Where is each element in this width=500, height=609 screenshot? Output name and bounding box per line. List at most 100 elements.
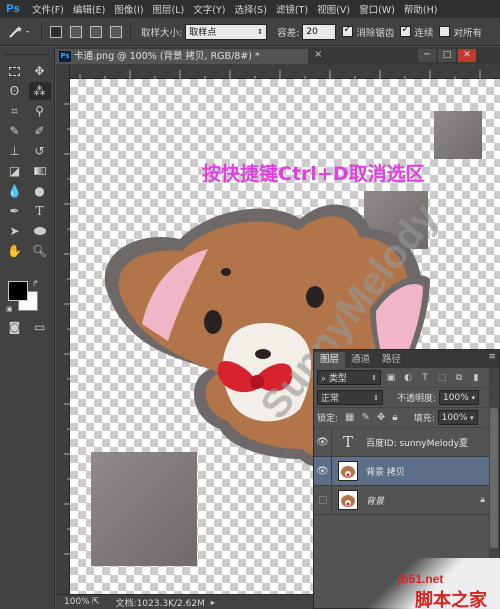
tab-paths[interactable]: 路径 (376, 352, 407, 368)
maximize-icon[interactable]: □ (438, 49, 456, 62)
subtract-from-selection-icon[interactable] (90, 25, 102, 38)
status-bar: 100% ⇱ 文档:1023.3K/2.62M ▸ (56, 594, 314, 609)
menu-edit[interactable]: 编辑(E) (73, 2, 105, 16)
blur-tool-icon[interactable]: 💧 (4, 182, 26, 200)
panel-tabs: 图层 通道 路径 ≡ (314, 350, 499, 368)
menu-help[interactable]: 帮助(H) (404, 2, 438, 16)
crop-tool-icon[interactable]: ⌗ (4, 102, 26, 120)
menu-image[interactable]: 图像(I) (114, 2, 143, 16)
foreground-color-swatch[interactable] (8, 281, 28, 301)
tolerance-input[interactable]: 20 (302, 23, 337, 40)
shape-tool-icon[interactable] (29, 222, 51, 240)
visibility-eye-icon[interactable]: 👁︎ (314, 456, 332, 486)
marquee-tool-icon[interactable] (4, 62, 26, 80)
zoom-level[interactable]: 100% (64, 597, 92, 607)
lock-transparent-icon[interactable]: ▦ (345, 412, 354, 423)
menu-view[interactable]: 视图(V) (317, 2, 350, 16)
export-icon[interactable]: ⇱ (92, 597, 100, 607)
contiguous-checkbox[interactable] (400, 24, 412, 37)
filter-smart-object-icon[interactable]: ⧉ (452, 371, 466, 385)
shortcut-annotation: 按快捷键Ctrl+D取消选区 (202, 163, 425, 185)
dodge-tool-icon[interactable]: ● (29, 182, 51, 200)
filter-type-icon[interactable]: T (418, 371, 432, 385)
clone-stamp-tool-icon[interactable]: ⊥ (4, 142, 26, 160)
menu-file[interactable]: 文件(F) (32, 2, 64, 16)
sample-size-select[interactable]: 取样点 ⇕ (185, 23, 268, 40)
document-size: 文档:1023.3K/2.62M (115, 598, 205, 609)
photoshop-logo-icon: Ps (6, 3, 20, 15)
eraser-tool-icon[interactable]: ◪ (4, 162, 26, 180)
separator (130, 21, 131, 42)
status-menu-icon[interactable]: ▸ (211, 598, 215, 607)
gradient-tool-icon[interactable] (29, 162, 51, 180)
pen-tool-icon[interactable]: ✒ (4, 202, 26, 220)
chevron-down-icon: ▾ (470, 413, 474, 422)
lock-image-icon[interactable]: ✎ (362, 412, 370, 423)
lasso-tool-icon[interactable]: ʘ (4, 82, 26, 100)
layer-filter-select[interactable]: ⌕ 类型 ⇕ (317, 370, 381, 385)
menu-select[interactable]: 选择(S) (234, 2, 266, 16)
scrollbar-thumb[interactable] (490, 408, 498, 548)
tab-channels[interactable]: 通道 (345, 352, 376, 368)
antialias-label: 消除锯齿 (356, 27, 395, 39)
add-to-selection-icon[interactable] (70, 25, 82, 38)
layer-name: 背景 (366, 496, 385, 507)
contiguous-label: 连续 (414, 27, 434, 39)
intersect-selection-icon[interactable] (110, 25, 122, 38)
magic-wand-tool-preset-icon[interactable] (3, 21, 37, 43)
magic-wand-tool-icon[interactable]: ⁂ (28, 82, 51, 100)
zoom-tool-icon[interactable]: 🔍︎ (29, 242, 51, 260)
visibility-off-box[interactable] (314, 485, 332, 515)
minimize-icon[interactable]: ─ (418, 49, 436, 62)
antialias-checkbox[interactable] (342, 24, 354, 37)
layer-filter-row: ⌕ 类型 ⇕ ▣ ◐ T ⬚ ⧉ ▮ (314, 368, 499, 388)
move-tool-icon[interactable]: ✥ (29, 62, 51, 80)
layer-name: 背景 拷贝 (366, 467, 405, 478)
opacity-label: 不透明度: (397, 394, 437, 404)
menu-filter[interactable]: 滤镜(T) (276, 2, 308, 16)
options-bar: 取样大小: 取样点 ⇕ 容差: 20 消除锯齿 连续 对所有 (0, 18, 500, 46)
vertical-ruler (56, 64, 70, 594)
menu-window[interactable]: 窗口(W) (359, 2, 395, 16)
chevron-down-icon: ▾ (471, 393, 476, 402)
default-colors-icon[interactable]: ▣ (6, 305, 13, 313)
screen-mode-icon[interactable]: ▭ (29, 318, 51, 336)
document-title: 卡通.png @ 100% (背景 拷贝, RGB/8#) * (74, 51, 260, 62)
new-selection-icon[interactable] (50, 25, 62, 38)
sample-size-label: 取样大小: (141, 27, 183, 39)
tab-layers[interactable]: 图层 (314, 352, 346, 368)
fill-input[interactable]: 100% ▾ (437, 410, 478, 425)
lock-row: 锁定: ▦ ✎ ✥ 🔒︎ 填充: 100% ▾ (314, 408, 499, 428)
filter-shape-icon[interactable]: ⬚ (435, 371, 449, 385)
visibility-eye-icon[interactable]: 👁︎ (314, 427, 332, 457)
panel-menu-icon[interactable]: ≡ (488, 352, 496, 362)
sample-all-layers-checkbox[interactable] (439, 26, 451, 37)
history-brush-tool-icon[interactable]: ↺ (29, 142, 51, 160)
eyedropper-tool-icon[interactable]: ⚲ (29, 102, 51, 120)
lock-position-icon[interactable]: ✥ (377, 412, 385, 423)
layer-row-background[interactable]: 背景 🔒︎ (314, 485, 499, 515)
opacity-input[interactable]: 100% ▾ (439, 390, 480, 405)
menu-layer[interactable]: 图层(L) (153, 2, 185, 16)
type-tool-icon[interactable]: T (29, 202, 51, 220)
layer-row-background-copy[interactable]: 👁︎ 背景 拷贝 (314, 456, 499, 486)
filter-adjustment-icon[interactable]: ◐ (401, 371, 415, 385)
hand-tool-icon[interactable]: ✋ (4, 242, 26, 260)
healing-brush-tool-icon[interactable]: ✎ (4, 122, 26, 140)
menu-type[interactable]: 文字(Y) (193, 2, 225, 16)
close-tab-icon[interactable]: × (314, 49, 322, 60)
filter-kind-value: 类型 (328, 374, 347, 384)
blend-mode-select[interactable]: 正常 ⇕ (317, 390, 383, 405)
tools-panel: ✥ ʘ ⁂ ⌗ ⚲ ✎ ✐ ⊥ ↺ ◪ 💧 ● ✒ T ➤ ✋ 🔍︎ ▣ ↱ ◙… (0, 47, 55, 609)
swap-colors-icon[interactable]: ↱ (32, 279, 39, 288)
path-selection-tool-icon[interactable]: ➤ (4, 222, 26, 240)
filter-pixel-icon[interactable]: ▣ (384, 371, 398, 385)
toolbar-grip[interactable] (4, 49, 50, 55)
close-window-icon[interactable]: ✕ (458, 49, 476, 62)
layer-row-text[interactable]: 👁︎ T 百度ID: sunnyMelody夏 (314, 427, 499, 457)
document-tab[interactable]: Ps 卡通.png @ 100% (背景 拷贝, RGB/8#) * (56, 49, 308, 64)
lock-all-icon[interactable]: 🔒︎ (392, 412, 397, 423)
quick-mask-icon[interactable]: ◙ (4, 318, 26, 336)
brush-tool-icon[interactable]: ✐ (29, 122, 51, 140)
filter-toggle-icon[interactable]: ▮ (469, 371, 483, 385)
